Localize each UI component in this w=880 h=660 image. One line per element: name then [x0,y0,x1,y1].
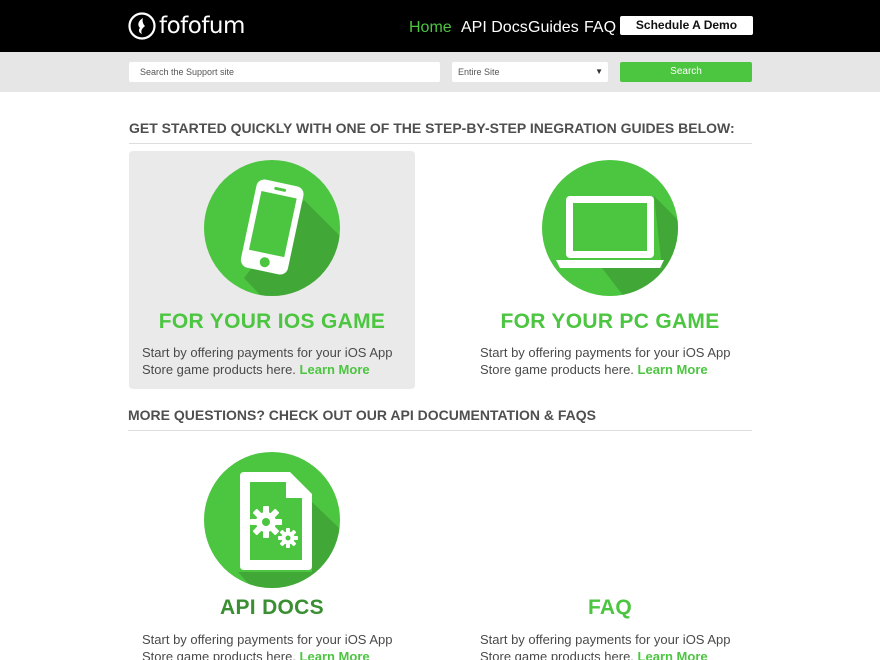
docs-heading: MORE QUESTIONS? CHECK OUT OUR API DOCUME… [128,407,752,431]
learn-more-link[interactable]: Learn More [638,649,708,660]
smartphone-icon [204,160,340,296]
learn-more-link[interactable]: Learn More [300,362,370,377]
document-gears-icon [204,452,340,588]
guides-heading: GET STARTED QUICKLY WITH ONE OF THE STEP… [129,120,752,144]
search-bar: Entire Site ▼ Search [0,52,880,92]
learn-more-link[interactable]: Learn More [638,362,708,377]
card-title: FAQ [587,596,633,619]
logo-icon [128,12,156,40]
card-title: FOR YOUR IOS GAME [158,310,386,333]
nav-faq[interactable]: FAQ [584,19,616,37]
schedule-demo-button[interactable]: Schedule A Demo [620,16,753,35]
card-description: Start by offering payments for your iOS … [142,344,412,378]
faq-card[interactable]: FAQ Start by offering payments for your … [467,443,753,660]
search-scope-select[interactable]: Entire Site ▼ [452,62,608,82]
search-scope-value: Entire Site [458,67,500,77]
logo[interactable]: fofofum [128,10,245,42]
dropdown-arrow-icon: ▼ [595,67,603,76]
search-input[interactable] [129,62,440,82]
learn-more-link[interactable]: Learn More [300,649,370,660]
nav-guides[interactable]: Guides [528,19,579,37]
card-title: FOR YOUR PC GAME [500,310,720,333]
logo-text: fofofum [159,13,245,39]
pc-game-card[interactable]: FOR YOUR PC GAME Start by offering payme… [467,151,753,389]
card-description: Start by offering payments for your iOS … [142,631,412,660]
card-description: Start by offering payments for your iOS … [480,631,750,660]
nav-home[interactable]: Home [409,19,452,37]
laptop-icon [542,160,678,296]
nav-api-docs[interactable]: API Docs [461,19,528,37]
search-button[interactable]: Search [620,62,752,82]
top-navbar: fofofum Home API Docs Guides FAQ Schedul… [0,0,880,52]
ios-game-card[interactable]: FOR YOUR IOS GAME Start by offering paym… [129,151,415,389]
card-description: Start by offering payments for your iOS … [480,344,750,378]
card-title: API DOCS [220,596,324,619]
api-docs-card[interactable]: API DOCS Start by offering payments for … [129,443,415,660]
